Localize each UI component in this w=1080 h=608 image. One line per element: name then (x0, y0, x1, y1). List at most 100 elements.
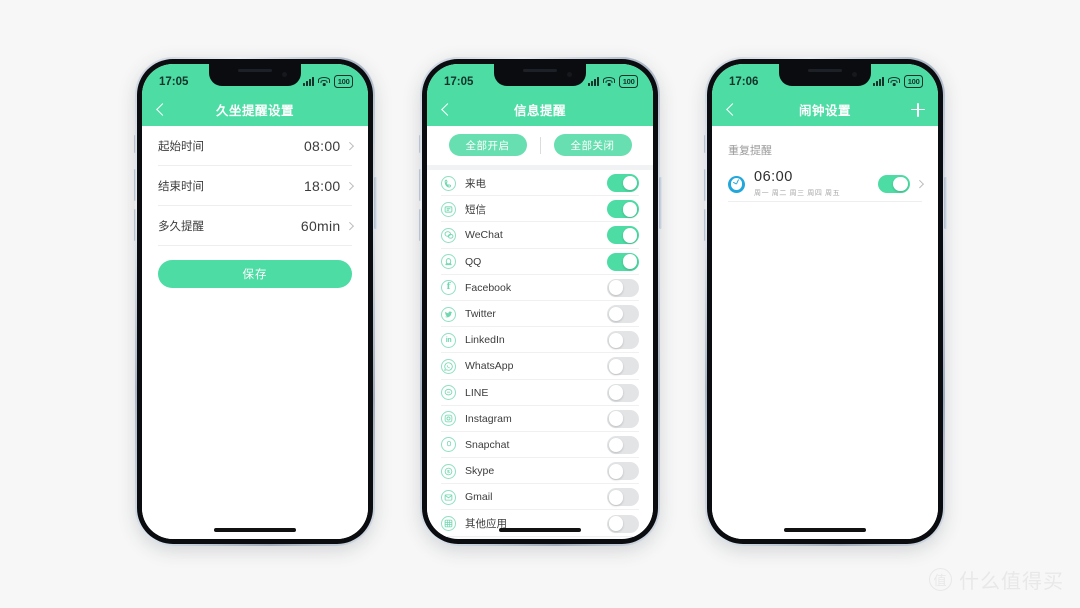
whatsapp-icon (441, 358, 456, 374)
app-row[interactable]: 来电 (427, 170, 653, 197)
phone-screen: 17:06 100 闹钟设置 重复提醒 06:00 周一 周二 周三 周四 周五 (712, 64, 938, 539)
plus-icon[interactable] (911, 102, 925, 117)
app-name: 来电 (465, 177, 486, 190)
chevron-right-icon (915, 180, 924, 188)
setting-row-end-time[interactable]: 结束时间 18:00 (142, 166, 368, 206)
power-button[interactable] (944, 177, 947, 229)
front-camera-icon (567, 72, 572, 77)
disable-all-button[interactable]: 全部关闭 (553, 134, 632, 156)
app-toggle[interactable] (607, 514, 639, 533)
app-row[interactable]: WeChat (427, 222, 653, 249)
line-icon (441, 385, 456, 401)
skype-icon (441, 463, 456, 479)
alarm-days: 周一 周二 周三 周四 周五 (754, 189, 841, 197)
setting-row-start-time[interactable]: 起始时间 08:00 (142, 126, 368, 166)
app-name: WhatsApp (465, 360, 514, 373)
app-row[interactable]: Snapchat (427, 431, 653, 459)
notch (494, 64, 586, 86)
app-row[interactable]: WhatsApp (427, 353, 653, 380)
section-title: 重复提醒 (728, 145, 772, 157)
mute-switch[interactable] (703, 135, 706, 153)
gmail-icon (441, 489, 456, 505)
alarm-toggle[interactable] (877, 175, 910, 193)
nav-bar: 久坐提醒设置 (142, 93, 368, 126)
app-row[interactable]: LINE (427, 379, 653, 406)
row-label: 起始时间 (158, 141, 204, 153)
app-name: Snapchat (465, 438, 510, 451)
alarm-clock-icon (728, 175, 745, 193)
app-row[interactable]: QQ (427, 248, 653, 275)
app-toggle[interactable] (607, 278, 639, 297)
mute-switch[interactable] (133, 135, 136, 153)
app-toggle[interactable] (607, 331, 639, 350)
watermark-text: 什么值得买 (959, 569, 1064, 593)
battery-icon: 100 (904, 75, 923, 88)
app-row[interactable]: Gmail (427, 484, 653, 511)
app-name: QQ (465, 255, 482, 268)
page-title: 信息提醒 (513, 104, 566, 118)
app-toggle[interactable] (607, 435, 639, 454)
phone-message-reminder: 17:05 100 信息提醒 全部开启 全部关闭 来电 短信 WeChat QQ… (418, 57, 662, 546)
phone-screen: 17:05 100 信息提醒 全部开启 全部关闭 来电 短信 WeChat QQ… (427, 64, 653, 539)
mute-switch[interactable] (418, 135, 421, 153)
notch (779, 64, 871, 86)
save-button[interactable]: 保存 (158, 260, 352, 288)
home-indicator[interactable] (784, 528, 866, 532)
power-button[interactable] (659, 177, 662, 229)
app-name: Instagram (465, 412, 512, 425)
app-toggle[interactable] (607, 305, 639, 324)
app-row[interactable]: Skype (427, 458, 653, 485)
app-toggle[interactable] (607, 174, 639, 193)
other-apps-icon (441, 516, 456, 532)
app-toggle[interactable] (607, 488, 639, 507)
app-row[interactable]: 短信 (427, 196, 653, 223)
row-label: 结束时间 (158, 181, 204, 193)
home-indicator[interactable] (499, 528, 581, 532)
app-toggle[interactable] (607, 200, 639, 219)
earpiece-speaker (238, 69, 272, 72)
wechat-icon (441, 227, 456, 243)
app-row[interactable]: in LinkedIn (427, 327, 653, 354)
app-toggle[interactable] (607, 226, 639, 245)
divider (441, 535, 639, 537)
app-row[interactable]: Instagram (427, 405, 653, 432)
app-row[interactable]: 其他应用 (427, 510, 653, 537)
volume-up-button[interactable] (418, 169, 421, 201)
status-time: 17:06 (729, 75, 759, 88)
row-label: 多久提醒 (158, 221, 204, 233)
volume-up-button[interactable] (703, 169, 706, 201)
chevron-right-icon (345, 222, 354, 230)
volume-down-button[interactable] (418, 209, 421, 241)
phone-sedentary-reminder: 17:05 100 久坐提醒设置 起始时间 08:00 结束时间 18:00 多… (133, 57, 377, 546)
home-indicator[interactable] (214, 528, 296, 532)
app-toggle[interactable] (607, 383, 639, 402)
setting-row-interval[interactable]: 多久提醒 60min (142, 206, 368, 246)
linkedin-icon: in (441, 332, 456, 348)
volume-down-button[interactable] (703, 209, 706, 241)
app-name: LinkedIn (465, 334, 505, 347)
row-value: 08:00 (303, 138, 341, 154)
earpiece-speaker (523, 69, 557, 72)
app-row[interactable]: Twitter (427, 300, 653, 328)
app-name: Skype (465, 465, 495, 478)
app-toggle[interactable] (607, 252, 639, 271)
app-notification-list: 来电短信 WeChat QQ f Facebook Twitter in LinkedIn Wh… (427, 170, 653, 537)
power-button[interactable] (374, 177, 377, 229)
twitter-icon (441, 306, 456, 322)
volume-down-button[interactable] (133, 209, 136, 241)
instagram-icon (441, 411, 456, 427)
wifi-icon (888, 77, 901, 86)
app-toggle[interactable] (607, 409, 639, 428)
app-toggle[interactable] (607, 357, 639, 376)
phone-call-icon (441, 175, 456, 191)
alarm-row[interactable]: 06:00 周一 周二 周三 周四 周五 (712, 166, 938, 202)
row-value: 60min (300, 218, 341, 234)
front-camera-icon (852, 72, 857, 77)
volume-up-button[interactable] (133, 169, 136, 201)
app-toggle[interactable] (607, 462, 639, 481)
app-row[interactable]: f Facebook (427, 274, 653, 301)
enable-all-button[interactable]: 全部开启 (448, 134, 527, 156)
signal-bars-icon (873, 77, 885, 86)
earpiece-speaker (808, 69, 842, 72)
app-name: 短信 (465, 203, 486, 216)
